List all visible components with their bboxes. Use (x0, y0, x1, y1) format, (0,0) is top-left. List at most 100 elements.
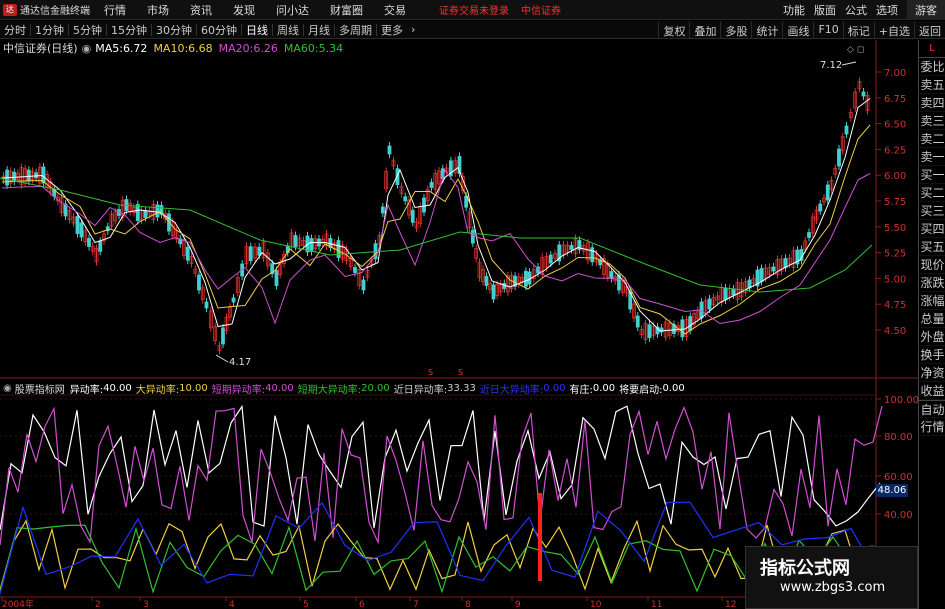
ind-value-3: 40.00 (265, 382, 294, 394)
sidebar-level-tab[interactable]: L (919, 40, 945, 58)
collapse-icon[interactable]: ◇ ◻ (847, 45, 864, 55)
candle-body (548, 254, 553, 264)
sidebar-item-10[interactable]: 买五 (919, 238, 945, 256)
indicator-tick-label: 40.00 (884, 510, 913, 521)
time-tick-label: 5 (303, 600, 309, 609)
current-value-box: 48.06 (876, 484, 908, 497)
ind-value-7: 0.00 (592, 382, 616, 394)
ind-value-6: 0.00 (543, 382, 566, 394)
sidebar-item-8[interactable]: 买三 (919, 202, 945, 220)
sidebar-item-18[interactable]: 收益 (919, 382, 945, 400)
candle-body (135, 204, 140, 221)
ind-value-6-label: 近日大异动率: (479, 384, 544, 396)
candle-body (484, 276, 489, 286)
time-tick-label: 8 (465, 600, 471, 609)
ind-value-8: 0.00 (662, 382, 685, 394)
sidebar-item-2[interactable]: 卖四 (919, 94, 945, 112)
right-sidebar: L 委比 卖五 卖四 卖三 卖二 卖一 买一 买二 买三 买四 买五 现价 涨跌 涨幅 总量 外盘 换手 净资 收益… (918, 40, 945, 609)
ind-value-5-label: 近日异动率: (393, 384, 448, 396)
candle-body (361, 279, 366, 291)
sidebar-item-14[interactable]: 总量 (919, 310, 945, 328)
candle-body (231, 297, 236, 303)
sidebar-item-0[interactable]: 委比 (919, 58, 945, 76)
marker-s2: S (458, 368, 463, 377)
candle-body (524, 270, 528, 287)
price-tick-label: 7.00 (884, 68, 906, 79)
candle-body (75, 216, 80, 234)
sidebar-item-17[interactable]: 净资 (919, 364, 945, 382)
sidebar-item-6[interactable]: 买一 (919, 166, 945, 184)
watermark-url: www.zbgs3.com (780, 580, 886, 595)
candle-body (429, 182, 434, 188)
ma-line (1, 124, 871, 335)
indicator-tick-label: 60.00 (884, 472, 913, 483)
sidebar-item-1[interactable]: 卖五 (919, 76, 945, 94)
candle-body (353, 267, 357, 273)
btn-back[interactable]: 返回 (914, 21, 945, 39)
time-tick-label: 3 (143, 600, 149, 609)
sidebar-item-5[interactable]: 卖一 (919, 148, 945, 166)
candle-body (609, 271, 614, 279)
sidebar-item-16[interactable]: 换手 (919, 346, 945, 364)
candle-body (707, 298, 712, 310)
candle-body (688, 316, 693, 331)
candle-body (380, 206, 385, 214)
candle-body (309, 238, 314, 252)
candle-body (470, 229, 475, 244)
sidebar-item-7[interactable]: 买二 (919, 184, 945, 202)
candle-body (410, 209, 415, 223)
candle-body (26, 169, 31, 182)
ind-value-3-label: 短期异动率: (211, 384, 266, 396)
indicator-tick-label: 100.00 (884, 395, 918, 406)
candle-body (155, 204, 160, 218)
candle-body (98, 240, 103, 252)
signal-bar (538, 493, 542, 581)
sidebar-item-4[interactable]: 卖二 (919, 130, 945, 148)
candle-body (590, 247, 595, 263)
settings-icon[interactable]: ◉ (3, 383, 12, 394)
candle-body (759, 268, 764, 282)
candle-body (844, 125, 849, 135)
sidebar-item-20[interactable]: 行情 (919, 418, 945, 436)
candle-body (647, 324, 652, 339)
ind-value-2: 10.00 (179, 382, 208, 394)
sidebar-item-19[interactable]: 自动 (919, 400, 945, 418)
indicator-name[interactable]: 股票指标网 (15, 381, 65, 396)
price-tick-label: 6.50 (884, 120, 906, 131)
sidebar-item-11[interactable]: 现价 (919, 256, 945, 274)
marker-s1: S (428, 368, 433, 377)
candle-body (680, 319, 685, 338)
candle-body (569, 245, 574, 250)
indicator-tick-label: 80.00 (884, 432, 913, 443)
candle-body (861, 91, 866, 97)
sidebar-item-3[interactable]: 卖三 (919, 112, 945, 130)
price-tick-label: 6.25 (884, 145, 906, 156)
candle-body (837, 148, 841, 167)
candle-body (491, 284, 496, 300)
candle-body (221, 327, 225, 345)
sidebar-item-12[interactable]: 涨跌 (919, 274, 945, 292)
sidebar-item-13[interactable]: 涨幅 (919, 292, 945, 310)
chart-area[interactable]: 7.00 6.75 6.50 6.25 6.00 5.75 5.50 5.25 5.00 4.75… (0, 0, 918, 609)
ind-value-1-label: 异动率: (69, 384, 104, 396)
candle-body (274, 270, 279, 286)
time-axis: 2004年 2 3 4 5 6 7 8 9 10 11 12 (1, 597, 736, 609)
candle-body (723, 287, 728, 301)
indicator-header: ◉ 股票指标网 异动率: 40.00 大异动率: 10.00 短期异动率: 40.00… (0, 381, 685, 396)
candle-body (731, 288, 736, 296)
price-tick-label: 6.00 (884, 171, 906, 182)
time-tick-label: 9 (515, 600, 521, 609)
price-tick-label: 4.75 (884, 300, 906, 311)
candle-body (422, 197, 426, 213)
ind-value-4-label: 短期大异动率: (297, 384, 362, 396)
time-tick-label: 2004年 (2, 598, 34, 609)
sidebar-item-15[interactable]: 外盘 (919, 328, 945, 346)
time-tick-label: 12 (725, 600, 736, 609)
sidebar-item-9[interactable]: 买四 (919, 220, 945, 238)
ind-value-1: 40.00 (103, 382, 132, 394)
candle-body (185, 246, 190, 261)
watermark-title: 指标公式网 (760, 558, 850, 579)
candle-body (248, 246, 253, 262)
price-tick-label: 4.50 (884, 326, 906, 337)
candle-body (257, 246, 262, 256)
